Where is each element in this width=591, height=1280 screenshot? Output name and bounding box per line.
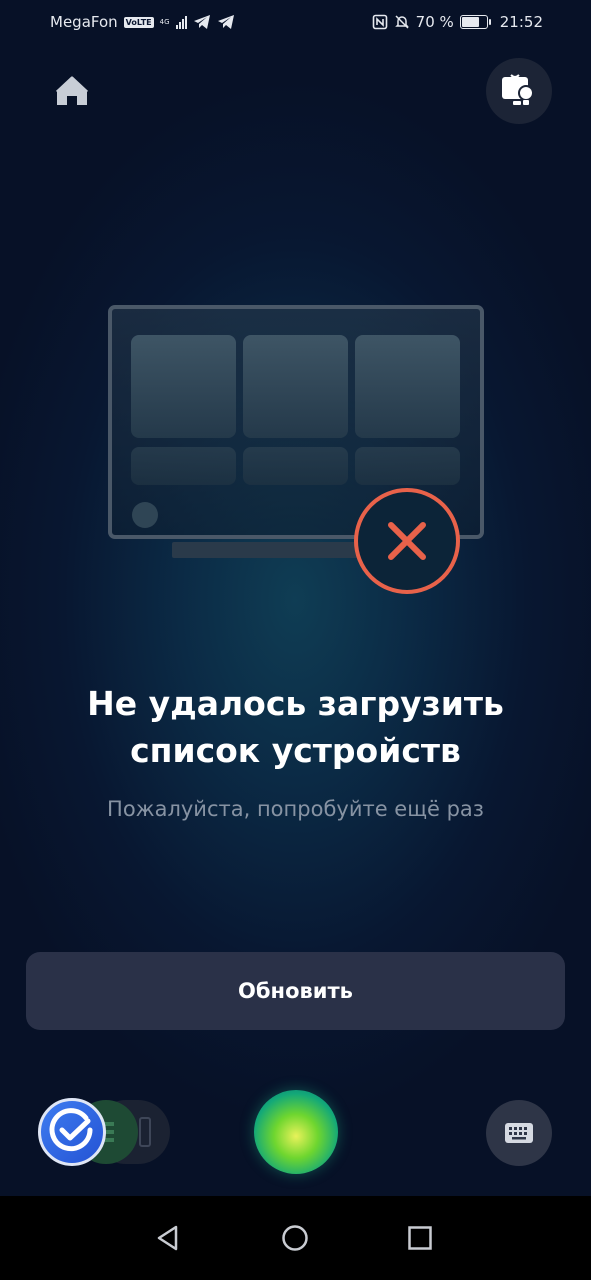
status-bar: MegaFon VoLTE 4G 70 % 21:52 <box>0 0 591 44</box>
recent-apps-stack[interactable] <box>36 1096 176 1168</box>
refresh-button[interactable]: Обновить <box>26 952 565 1030</box>
tile <box>355 447 460 485</box>
tile <box>131 447 236 485</box>
tile <box>131 335 236 438</box>
telegram-icon <box>193 15 210 29</box>
tile <box>355 335 460 438</box>
error-illustration <box>100 298 484 598</box>
carrier-name: MegaFon <box>50 13 118 31</box>
error-subtitle: Пожалуйста, попробуйте ещё раз <box>107 797 484 821</box>
home-icon <box>55 76 89 105</box>
signal-icon <box>175 15 187 29</box>
navigation-bar <box>0 1196 591 1280</box>
clock: 21:52 <box>499 13 543 31</box>
tile <box>243 335 348 438</box>
telegram-icon <box>217 15 234 29</box>
sber-app-icon <box>38 1098 106 1166</box>
keyboard-icon <box>505 1123 533 1143</box>
home-button[interactable] <box>52 72 92 112</box>
keyboard-button[interactable] <box>486 1100 552 1166</box>
mute-bell-icon <box>394 15 409 29</box>
check-circle-icon <box>49 1108 93 1152</box>
status-left: MegaFon VoLTE 4G <box>50 13 235 31</box>
devices-button[interactable] <box>486 58 552 124</box>
error-badge <box>354 488 460 594</box>
home-nav-button[interactable] <box>275 1218 315 1258</box>
status-right: 70 % 21:52 <box>372 13 543 31</box>
home-circle-icon <box>282 1225 308 1251</box>
devices-icon <box>502 74 534 105</box>
battery-percent: 70 % <box>415 13 454 31</box>
tile <box>243 447 348 485</box>
assistant-orb-button[interactable] <box>254 1090 338 1174</box>
tv-indicator <box>132 502 158 528</box>
back-button[interactable] <box>148 1218 188 1258</box>
close-x-icon <box>388 522 426 560</box>
refresh-button-label: Обновить <box>238 979 353 1003</box>
recents-icon <box>408 1226 432 1250</box>
back-icon <box>157 1225 178 1251</box>
network-type: 4G <box>159 17 170 26</box>
battery-icon <box>459 15 491 29</box>
recents-button[interactable] <box>400 1218 440 1258</box>
volte-badge: VoLTE <box>123 16 154 28</box>
nfc-icon <box>372 14 387 30</box>
tv-stand <box>172 542 372 558</box>
error-title: Не удалось загрузить список устройств <box>87 684 504 770</box>
